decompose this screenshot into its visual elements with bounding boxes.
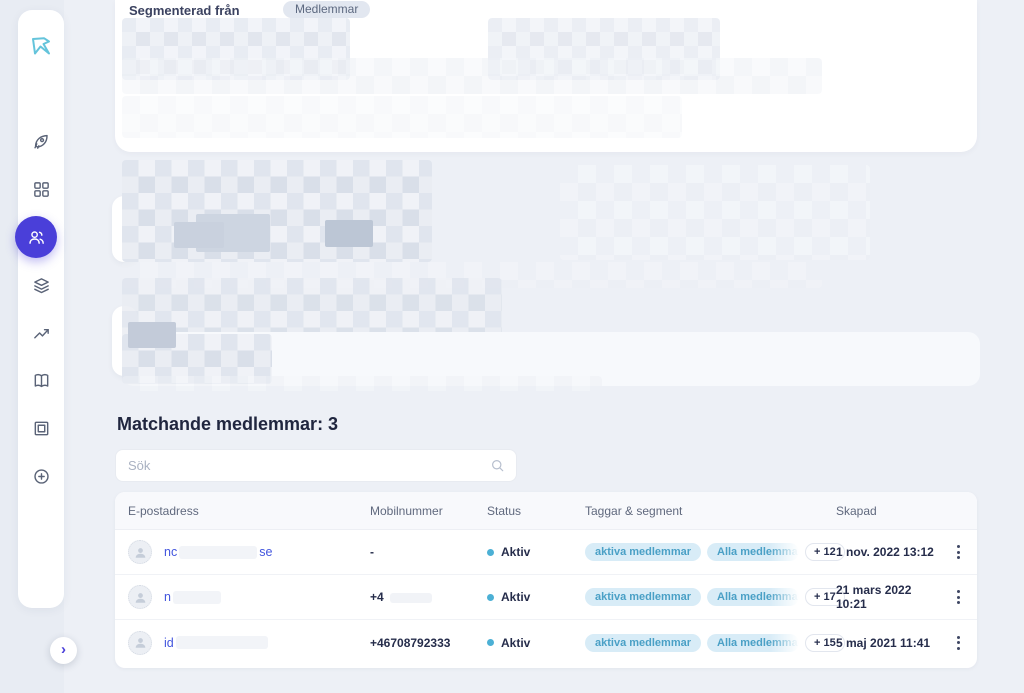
sidebar-item-segments[interactable] [18,267,64,303]
status-label: Aktiv [501,545,530,559]
table-header: E-postadress Mobilnummer Status Taggar &… [115,492,977,530]
status-label: Aktiv [501,590,530,604]
avatar [128,585,152,609]
mobile-redacted [390,593,432,603]
col-header-created[interactable]: Skapad [836,504,936,518]
sidebar-item-campaigns[interactable] [18,123,64,159]
tag-pill[interactable]: Alla medlemmar [707,543,799,561]
created-date: 21 mars 2022 10:21 [836,583,936,611]
redacted-content-block [122,160,432,262]
col-header-tags[interactable]: Taggar & segment [585,504,836,518]
avatar [128,631,152,655]
tag-pill[interactable]: Alla medlemmar [707,634,799,652]
search-input[interactable] [116,458,490,473]
row-menu-kebab-icon[interactable] [953,586,964,608]
member-email-link[interactable]: nc se [164,545,272,559]
search-box [115,449,517,482]
status-dot-icon [487,549,494,556]
status-label: Aktiv [501,636,530,650]
redacted-content-block [128,322,176,348]
members-table: E-postadress Mobilnummer Status Taggar &… [115,492,977,668]
redacted-content-block [174,222,224,248]
redacted-content-block [560,165,870,260]
status-dot-icon [487,639,494,646]
chevron-right-icon: › [61,642,66,657]
col-header-status[interactable]: Status [487,504,585,518]
mobile-number: +4 [370,590,384,604]
people-icon [27,228,46,247]
table-row[interactable]: nc se - Aktiv aktiva medlemmar Alla medl… [115,530,977,575]
grid-icon [32,180,51,199]
col-header-email[interactable]: E-postadress [128,504,370,518]
rocket-icon [32,132,51,151]
plus-circle-icon [32,467,51,486]
book-icon [32,371,51,390]
tag-pill[interactable]: Alla medlemmar [707,588,799,606]
sidebar-item-members[interactable] [15,216,57,258]
matching-members-heading: Matchande medlemmar: 3 [117,414,338,435]
app-logo[interactable] [29,34,53,58]
created-date: 1 nov. 2022 13:12 [836,545,936,559]
mobile-number: - [370,545,374,559]
paper-plane-logo-icon [29,34,53,58]
sidebar-item-dashboard[interactable] [18,171,64,207]
tag-pill[interactable]: aktiva medlemmar [585,543,701,561]
table-row[interactable]: id +46708792333 Aktiv aktiva medlemmar A… [115,620,977,665]
member-email-link[interactable]: n [164,590,223,604]
sidebar-item-brandbook[interactable] [18,362,64,398]
redacted-content-block [325,220,373,247]
tab-members[interactable]: Medlemmar [283,1,370,18]
email-redacted [179,546,257,559]
search-icon [490,458,505,473]
redacted-content-block [122,58,822,94]
row-menu-kebab-icon[interactable] [953,632,964,654]
avatar [128,540,152,564]
tag-pill[interactable]: aktiva medlemmar [585,588,701,606]
layers-icon [32,276,51,295]
app-window: › Segmenterad från Medlemmar Matchande m… [0,0,1024,693]
table-body: nc se - Aktiv aktiva medlemmar Alla medl… [115,530,977,665]
sidebar-expand-button[interactable]: › [50,637,77,664]
col-header-mobile[interactable]: Mobilnummer [370,504,487,518]
redacted-content-block [122,376,602,391]
redacted-content-block [122,96,682,138]
sidebar-item-analytics[interactable] [18,315,64,351]
tag-pill[interactable]: aktiva medlemmar [585,634,701,652]
row-menu-kebab-icon[interactable] [953,541,964,563]
email-redacted [176,636,268,649]
status-dot-icon [487,594,494,601]
mobile-number: +46708792333 [370,636,450,650]
sidebar-item-add[interactable] [18,458,64,494]
sidebar-item-templates[interactable] [18,410,64,446]
sidebar [18,10,64,608]
email-visible-start: nc [164,545,177,559]
trend-icon [32,324,51,343]
created-date: 5 maj 2021 11:41 [836,636,936,650]
email-visible-end: se [259,545,272,559]
email-visible-start: id [164,636,174,650]
tab-segmented-from[interactable]: Segmenterad från [129,3,240,18]
table-row[interactable]: n +4 Aktiv aktiva medlemmar Alla medlemm… [115,575,977,620]
frame-icon [32,419,51,438]
email-redacted [173,591,221,604]
member-email-link[interactable]: id [164,636,270,650]
email-visible-start: n [164,590,171,604]
